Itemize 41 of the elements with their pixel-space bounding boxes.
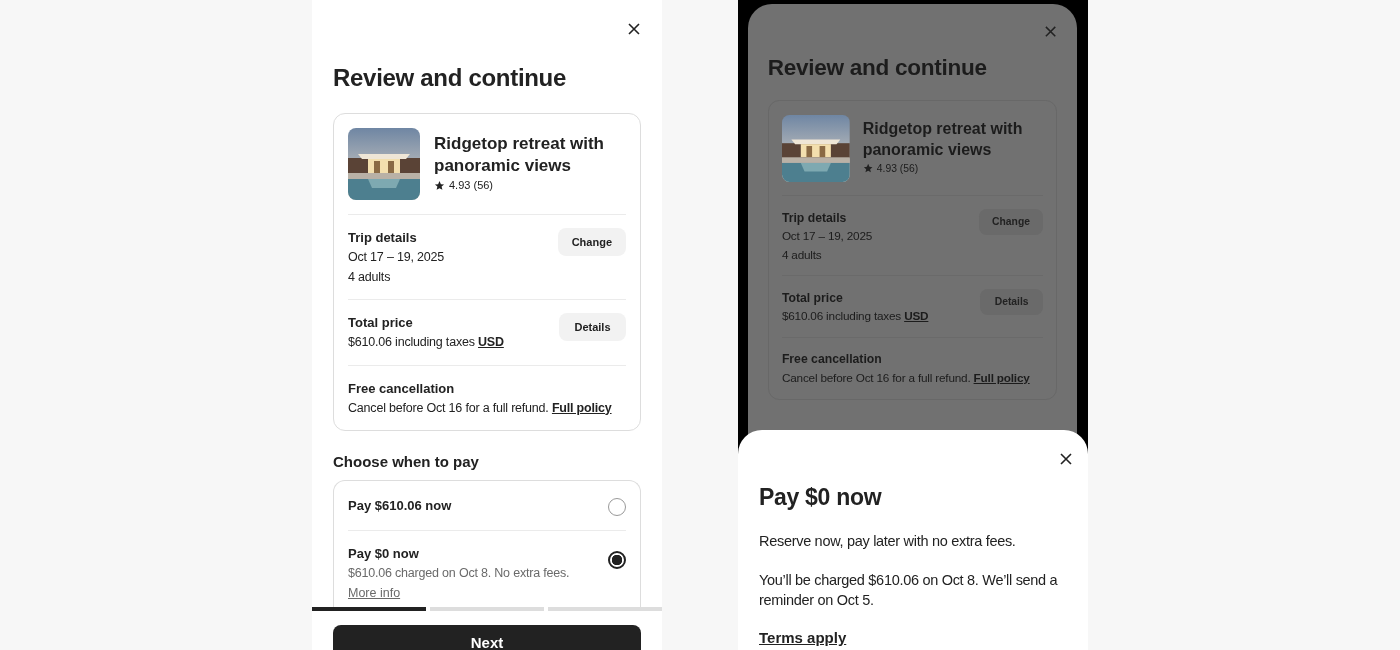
detail-text: Cancel before Oct 16 for a full refund. Full policy <box>348 399 612 417</box>
detail-link[interactable]: USD <box>478 335 504 349</box>
section-label: Total price <box>781 289 844 307</box>
detail-text: 4 adults <box>781 246 823 263</box>
section-label: Free cancellation <box>781 351 883 369</box>
section-label: Trip details <box>781 209 848 227</box>
section-label: Total price <box>348 314 414 332</box>
section-button[interactable]: Change <box>557 228 626 256</box>
rating-text: 4.93 (56) <box>876 162 919 174</box>
section-button[interactable]: Details <box>559 313 626 341</box>
detail-link[interactable]: Full policy <box>973 371 1030 384</box>
detail-text: Oct 17 – 19, 2025 <box>348 249 444 266</box>
option-title: Pay $0 now <box>348 545 420 563</box>
star-icon <box>434 179 445 191</box>
detail-link[interactable]: Full policy <box>551 400 612 415</box>
detail-text: $610.06 including taxes USD <box>781 308 929 325</box>
modal-text: You’ll be charged $610.06 on Oct 8. We’ll send a reminder on Oct 5. <box>759 571 1059 610</box>
next-button[interactable]: Next <box>333 625 641 650</box>
page-title: Review and continue <box>767 54 988 81</box>
terms-link[interactable]: Terms apply <box>759 629 847 646</box>
rating-text: 4.93 (56) <box>449 179 494 191</box>
detail-text: Cancel before Oct 16 for a full refund. Full policy <box>781 370 1030 386</box>
modal-text: Reserve now, pay later with no extra fees. <box>759 532 1017 551</box>
detail-text: 4 adults <box>348 268 392 286</box>
listing-title: Ridgetop retreat with panoramic views <box>862 119 1024 160</box>
star-icon <box>862 162 874 174</box>
option-note: $610.06 charged on Oct 8. No extra fees. <box>348 565 570 582</box>
page-title: Review and continue <box>333 64 567 92</box>
section-heading: Choose when to pay <box>333 453 480 470</box>
section-label: Trip details <box>348 229 418 247</box>
detail-text: Oct 17 – 19, 2025 <box>781 228 873 245</box>
close-icon[interactable] <box>627 22 641 36</box>
detail-text: $610.06 including taxes USD <box>348 334 504 351</box>
option-title: Pay $610.06 now <box>348 497 452 515</box>
radio-button[interactable] <box>608 498 626 516</box>
more-info-link[interactable]: More info <box>348 586 401 600</box>
modal-title: Pay $0 now <box>759 484 883 511</box>
listing-title: Ridgetop retreat with panoramic views <box>434 133 605 177</box>
close-icon[interactable] <box>1059 452 1073 466</box>
radio-button[interactable] <box>608 551 626 569</box>
section-label: Free cancellation <box>348 379 456 398</box>
